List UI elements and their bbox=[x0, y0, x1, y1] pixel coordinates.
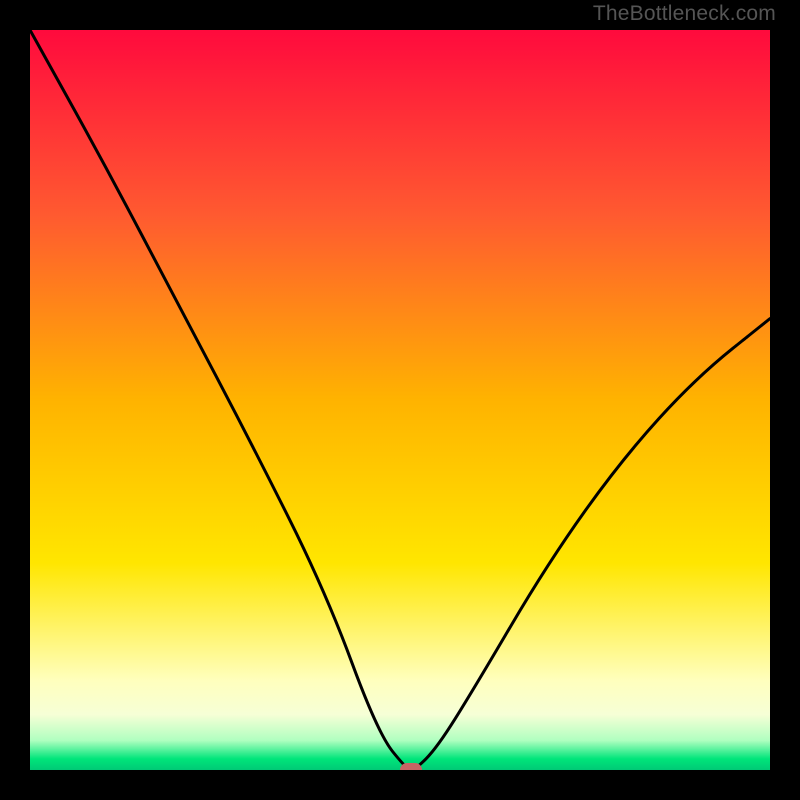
chart-curve bbox=[30, 30, 770, 770]
chart-frame bbox=[18, 18, 782, 782]
chart-plot-area bbox=[30, 30, 770, 770]
watermark-label: TheBottleneck.com bbox=[593, 2, 776, 26]
optimal-point-marker bbox=[400, 763, 422, 770]
